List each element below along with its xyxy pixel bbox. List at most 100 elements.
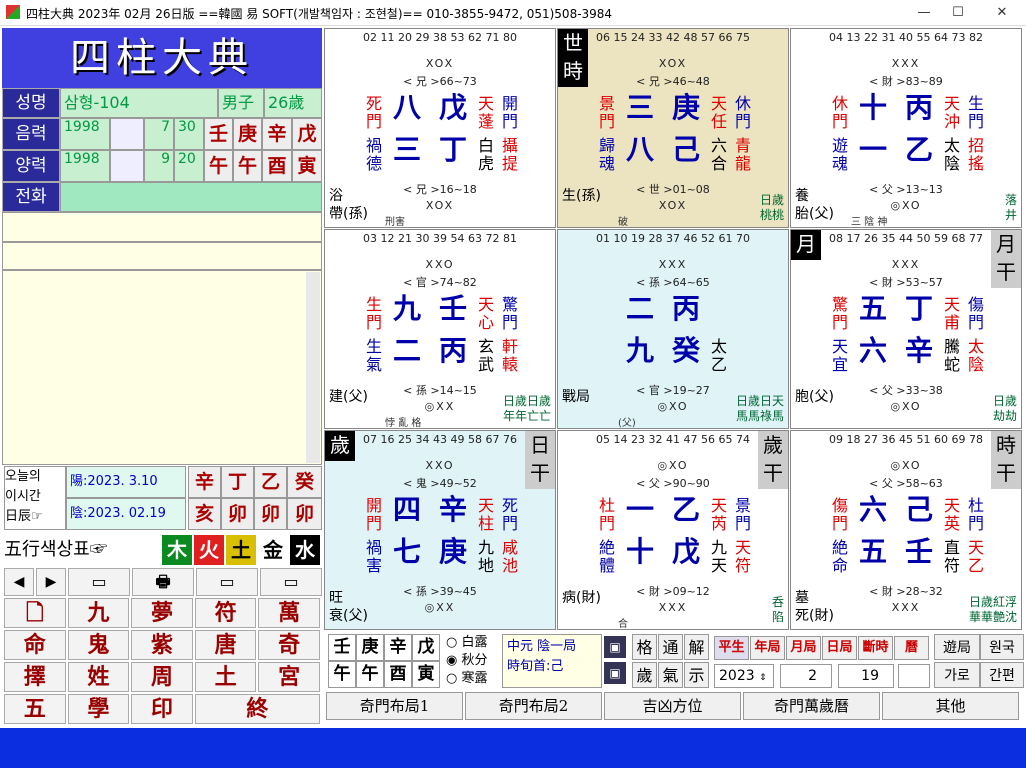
close-button[interactable]: ✕ — [984, 2, 1020, 24]
wonguk-button[interactable]: 원국 — [980, 634, 1024, 660]
menu-item[interactable]: 周 — [131, 662, 193, 692]
menu-item[interactable]: 印 — [131, 694, 193, 724]
chart-tab[interactable]: 斷時 — [858, 636, 893, 660]
today-branch-2: 卯 — [221, 498, 254, 530]
camera-icon-2[interactable]: ▣ — [604, 662, 626, 684]
palace-star-top-left: 五 — [858, 292, 887, 325]
menu-item[interactable]: 奇 — [258, 630, 320, 660]
menu-item[interactable]: 紫 — [131, 630, 193, 660]
menu-item[interactable]: 符 — [194, 598, 257, 628]
horizontal-button[interactable]: 가로 — [934, 662, 980, 688]
palace-cell[interactable]: 08 17 26 35 44 50 59 68 77 XXX < 財 >53~57 <… — [790, 229, 1022, 429]
palace-gate-3: 太 — [967, 337, 984, 356]
nav-tab[interactable]: 奇門萬歲曆 — [743, 692, 880, 720]
year-spin-icon[interactable]: ⇕ — [759, 673, 767, 683]
palace-cell[interactable]: 05 14 23 32 41 47 56 65 74 ◎XO < 父 >90~90 <… — [557, 430, 789, 630]
menu-item[interactable]: 姓 — [67, 662, 130, 692]
palace-cell[interactable]: 01 10 19 28 37 46 52 61 70 XXX < 孫 >64~65 <… — [557, 229, 789, 429]
menu-item[interactable]: 🗋 — [4, 598, 66, 628]
save-icon[interactable]: ▭ — [68, 568, 130, 596]
prev-button[interactable]: ◀ — [4, 568, 34, 596]
nav-tab[interactable]: 其他 — [882, 692, 1019, 720]
solar-label: 양력 — [2, 150, 60, 182]
palace-cell[interactable]: 02 11 20 29 38 53 62 71 80 XOX < 兄 >66~73 <… — [324, 28, 556, 228]
menu-item[interactable]: 唐 — [194, 630, 257, 660]
palace-gate-1: 死 — [501, 496, 518, 515]
minimize-button[interactable]: — — [906, 2, 942, 24]
menu-item[interactable]: 宮 — [258, 662, 320, 692]
palace-god-1: 玄 — [477, 337, 494, 356]
menu-item[interactable]: 鬼 — [67, 630, 130, 660]
palace-star-bottom-left: 八 — [625, 133, 654, 166]
menu-item[interactable]: 土 — [194, 662, 257, 692]
analysis-icon[interactable]: 格 — [632, 634, 657, 660]
menu-item[interactable]: 夢 — [131, 598, 193, 628]
palace-stem-top: 己 — [904, 493, 933, 526]
palace-stem-badge: 月 干 — [991, 230, 1021, 288]
chart-tab[interactable]: 平生 — [714, 636, 749, 660]
print-icon[interactable]: 🖶 — [132, 568, 194, 596]
chart-tab[interactable]: 曆 — [894, 636, 929, 660]
maximize-button[interactable]: ☐ — [940, 2, 976, 24]
lunar-month-field[interactable]: 7 — [144, 118, 174, 150]
palace-cell[interactable]: 03 12 21 30 39 54 63 72 81 XXO < 官 >74~82 <… — [324, 229, 556, 429]
yuju-button[interactable]: 遊局 — [934, 634, 980, 660]
name-field[interactable]: 삼형-104 — [60, 88, 218, 118]
solar-day-field[interactable]: 20 — [174, 150, 204, 182]
menu-item[interactable]: 學 — [67, 694, 130, 724]
palace-relation: < 官 >74~82 — [403, 276, 477, 289]
nav-tab[interactable]: 奇門布局1 — [326, 692, 463, 720]
chart-tab[interactable]: 年局 — [750, 636, 785, 660]
analysis-icon[interactable]: 歲 — [632, 662, 657, 688]
month-spinner[interactable]: 2 — [780, 664, 832, 688]
palace-cell[interactable]: 04 13 22 31 40 55 64 73 82 XXX < 財 >83~89 <… — [790, 28, 1022, 228]
analysis-icon[interactable]: 示 — [684, 662, 709, 688]
year-spinner[interactable]: 2023 ⇕ — [714, 664, 774, 688]
palace-cell[interactable]: 09 18 27 36 45 51 60 69 78 ◎XO < 父 >58~63 <… — [790, 430, 1022, 630]
lunar-day-field[interactable]: 30 — [174, 118, 204, 150]
palace-marks: XOX — [425, 57, 455, 70]
memo-scrollbar[interactable] — [306, 272, 320, 463]
palace-spirit-2: 魂 — [598, 154, 615, 173]
day-stem: 辛 — [262, 118, 292, 150]
phone-field[interactable] — [60, 182, 322, 212]
lunar-year-field[interactable]: 1998 — [60, 118, 110, 150]
camera-icon-1[interactable]: ▣ — [604, 636, 626, 658]
simple-button[interactable]: 간편 — [980, 662, 1024, 688]
edit-icon[interactable]: ▭ — [196, 568, 258, 596]
palace-stem-bottom: 辛 — [904, 334, 933, 367]
solar-month-field[interactable]: 9 — [144, 150, 174, 182]
menu-item[interactable]: 終 — [194, 694, 320, 724]
copy-icon[interactable]: ▭ — [260, 568, 322, 596]
menu-item[interactable]: 萬 — [258, 598, 320, 628]
gender-field[interactable]: 男子 — [218, 88, 264, 118]
palace-star-top-left: 六 — [858, 493, 887, 526]
nav-tab[interactable]: 吉凶方位 — [604, 692, 741, 720]
palace-stem-badge: 時 干 — [991, 431, 1021, 489]
analysis-icon[interactable]: 通 — [658, 634, 683, 660]
palace-cell[interactable]: 07 16 25 34 43 49 58 67 76 XXO < 鬼 >49~52 <… — [324, 430, 556, 630]
menu-item[interactable]: 命 — [4, 630, 66, 660]
nav-tab[interactable]: 奇門布局2 — [465, 692, 602, 720]
solar-year-field[interactable]: 1998 — [60, 150, 110, 182]
memo-area[interactable] — [2, 270, 322, 465]
analysis-icon[interactable]: 解 — [684, 634, 709, 660]
palace-door-1: 傷 — [831, 496, 848, 515]
palace-gate-2: 門 — [501, 313, 518, 332]
analysis-icon[interactable]: 氣 — [658, 662, 683, 688]
palace-cell[interactable]: 06 15 24 33 42 48 57 66 75 XOX < 兄 >46~48 <… — [557, 28, 789, 228]
palace-gate-2: 門 — [967, 313, 984, 332]
hour-field[interactable] — [898, 664, 930, 688]
note-line-1[interactable] — [2, 212, 322, 242]
note-line-2[interactable] — [2, 242, 322, 270]
chart-tab[interactable]: 日局 — [822, 636, 857, 660]
palace-god-2: 合 — [710, 154, 727, 173]
palace-numbers: 04 13 22 31 40 55 64 73 82 — [829, 31, 983, 44]
chart-tab[interactable]: 月局 — [786, 636, 821, 660]
menu-item[interactable]: 擇 — [4, 662, 66, 692]
next-button[interactable]: ▶ — [36, 568, 66, 596]
palace-star-1: 天 — [477, 496, 494, 515]
menu-item[interactable]: 九 — [67, 598, 130, 628]
day-spinner[interactable]: 19 — [838, 664, 894, 688]
menu-item[interactable]: 五 — [4, 694, 66, 724]
